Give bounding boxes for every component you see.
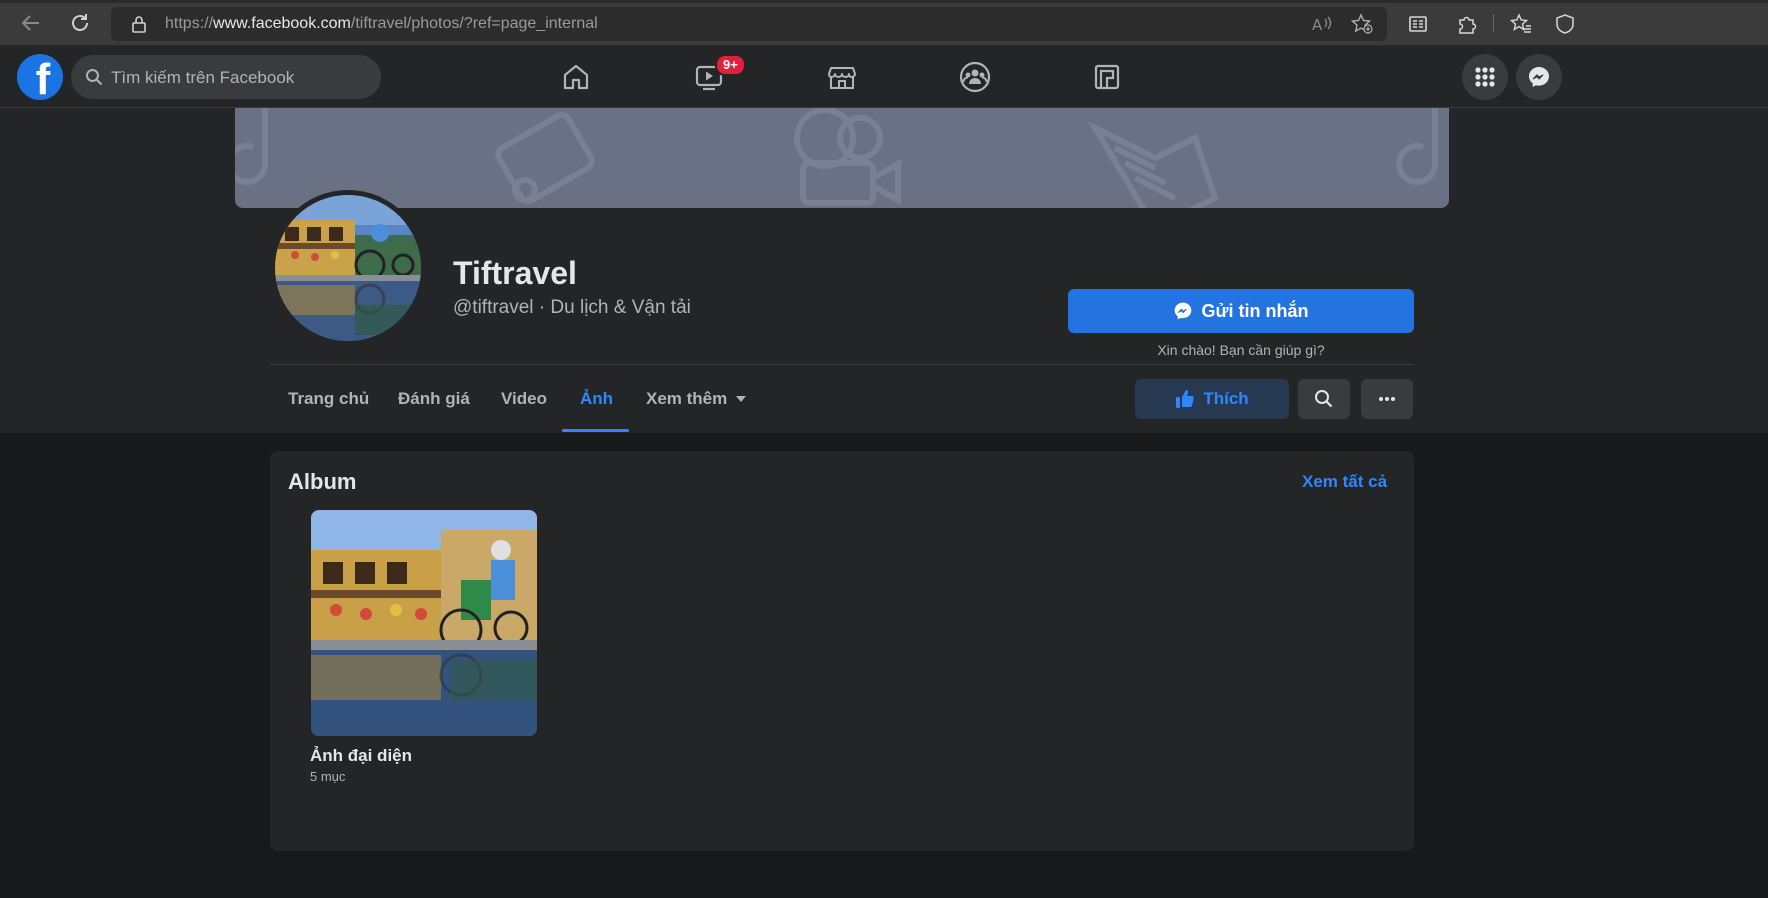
collections-icon[interactable]: [1406, 12, 1430, 36]
favorites-icon[interactable]: [1509, 12, 1533, 36]
facebook-logo-letter: f: [35, 55, 51, 101]
gaming-icon[interactable]: [1090, 60, 1124, 94]
profile-photo: [275, 195, 421, 341]
cover-pattern-illustration: [235, 108, 1439, 208]
search-icon: [85, 68, 103, 91]
tab-reviews[interactable]: Đánh giá: [398, 389, 470, 409]
facebook-logo[interactable]: f: [17, 54, 63, 100]
profile-picture[interactable]: [270, 190, 426, 346]
send-message-label: Gửi tin nhắn: [1201, 300, 1309, 321]
album-item-count: 5 mục: [310, 769, 346, 784]
album-section-title: Album: [288, 469, 357, 494]
messenger-button[interactable]: [1516, 54, 1562, 100]
groups-icon[interactable]: [958, 60, 992, 94]
caret-down-icon: [736, 396, 747, 402]
album-cover-illustration: [311, 510, 537, 736]
facebook-search-input[interactable]: Tìm kiếm trên Facebook: [71, 55, 381, 99]
tab-home[interactable]: Trang chủ: [288, 389, 369, 409]
browser-essentials-icon[interactable]: [1553, 12, 1577, 36]
add-favorite-icon[interactable]: [1350, 13, 1373, 40]
search-placeholder: Tìm kiếm trên Facebook: [111, 68, 295, 87]
send-message-button[interactable]: Gửi tin nhắn: [1068, 289, 1414, 333]
back-icon[interactable]: [18, 10, 44, 36]
toolbar-separator: [1493, 14, 1494, 32]
cover-photo[interactable]: [235, 108, 1449, 208]
grid-icon: [1475, 67, 1495, 87]
tab-more-label: Xem thêm: [646, 389, 728, 408]
album-name[interactable]: Ảnh đại diện: [310, 746, 412, 766]
svg-text:A: A: [1312, 16, 1323, 34]
message-hint: Xin chào! Bạn cần giúp gì?: [1157, 342, 1325, 358]
tab-photos[interactable]: Ảnh: [580, 389, 613, 409]
refresh-icon[interactable]: [67, 10, 93, 36]
search-icon: [1315, 390, 1333, 408]
address-bar[interactable]: https://www.facebook.com/tiftravel/photo…: [111, 7, 1387, 41]
ellipsis-icon: [1379, 397, 1395, 401]
extensions-icon[interactable]: [1455, 12, 1479, 36]
marketplace-icon[interactable]: [825, 60, 859, 94]
read-aloud-icon[interactable]: A: [1311, 14, 1333, 39]
thumbs-up-icon: [1176, 390, 1195, 408]
see-all-link[interactable]: Xem tất cả: [1302, 472, 1387, 492]
url-path: /tiftravel/photos/?ref=page_internal: [350, 15, 598, 32]
page-handle-category: @tiftravel · Du lịch & Vận tải: [453, 297, 691, 318]
home-icon[interactable]: [559, 60, 593, 94]
messenger-icon: [1175, 302, 1192, 320]
menu-grid-button[interactable]: [1462, 54, 1508, 100]
url-text: https://www.facebook.com/tiftravel/photo…: [165, 15, 598, 33]
album-thumbnail[interactable]: [311, 510, 537, 736]
watch-notification-badge: 9+: [715, 54, 746, 76]
street-scene-illustration: [275, 195, 421, 341]
messenger-icon: [1529, 67, 1549, 87]
lock-icon[interactable]: [131, 15, 147, 38]
header-divider: [270, 364, 1414, 365]
url-domain: www.facebook.com: [213, 15, 351, 32]
facebook-top-nav: f Tìm kiếm trên Facebook 9+: [0, 46, 1768, 108]
page-title: Tiftravel: [453, 255, 577, 291]
like-button[interactable]: Thích: [1135, 379, 1289, 419]
active-tab-indicator: [562, 429, 629, 432]
like-label: Thích: [1203, 389, 1249, 408]
url-prefix: https://: [165, 15, 214, 32]
page-search-button[interactable]: [1298, 379, 1350, 419]
tab-more[interactable]: Xem thêm: [646, 389, 747, 409]
more-options-button[interactable]: [1361, 379, 1413, 419]
browser-toolbar: https://www.facebook.com/tiftravel/photo…: [0, 0, 1768, 46]
tab-video[interactable]: Video: [501, 389, 547, 409]
tab-strip-edge: [0, 0, 1768, 3]
